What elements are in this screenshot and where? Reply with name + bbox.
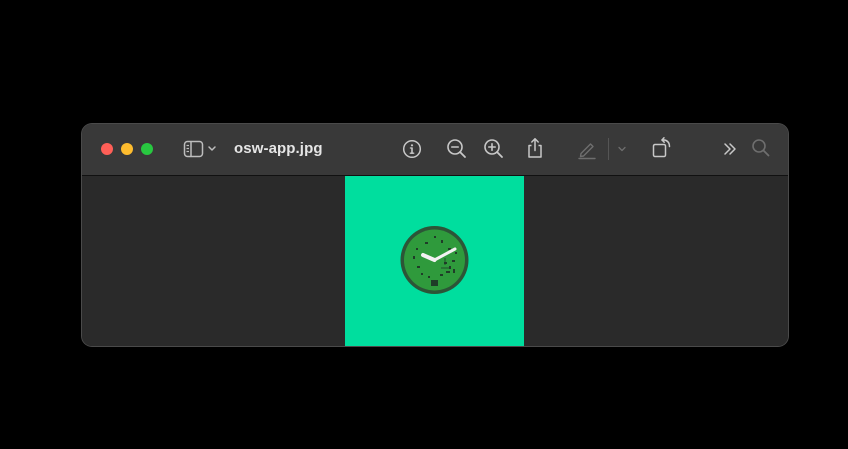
zoom-out-button[interactable] — [446, 138, 468, 160]
chevron-down-icon — [616, 144, 628, 154]
sidebar-toggle-button[interactable] — [180, 139, 222, 159]
image-preview[interactable] — [345, 176, 524, 346]
rotate-icon — [651, 136, 673, 160]
share-icon — [526, 137, 544, 159]
search-icon — [751, 138, 771, 158]
markup-button[interactable] — [576, 138, 598, 160]
close-button[interactable] — [101, 143, 113, 155]
zoom-in-button[interactable] — [483, 138, 505, 160]
rotate-button[interactable] — [651, 136, 673, 160]
image-canvas — [82, 176, 788, 346]
zoom-button[interactable] — [141, 143, 153, 155]
sidebar-icon — [183, 140, 205, 158]
document-title: osw-app.jpg — [234, 140, 323, 157]
title-bar: osw-app.jpg — [82, 124, 788, 176]
search-button[interactable] — [751, 138, 771, 158]
info-icon — [402, 139, 422, 159]
zoom-out-icon — [446, 138, 468, 160]
chevron-double-right-icon — [722, 141, 738, 157]
toolbar-divider — [608, 138, 609, 160]
watch-face-icon — [400, 226, 469, 294]
minimize-button[interactable] — [121, 143, 133, 155]
preview-window: osw-app.jpg — [82, 124, 788, 346]
info-button[interactable] — [401, 138, 423, 160]
zoom-in-icon — [483, 138, 505, 160]
more-button[interactable] — [721, 139, 739, 159]
chevron-down-icon — [205, 144, 219, 154]
markup-menu-button[interactable] — [615, 142, 629, 156]
pen-icon — [576, 138, 598, 160]
share-button[interactable] — [525, 136, 545, 160]
